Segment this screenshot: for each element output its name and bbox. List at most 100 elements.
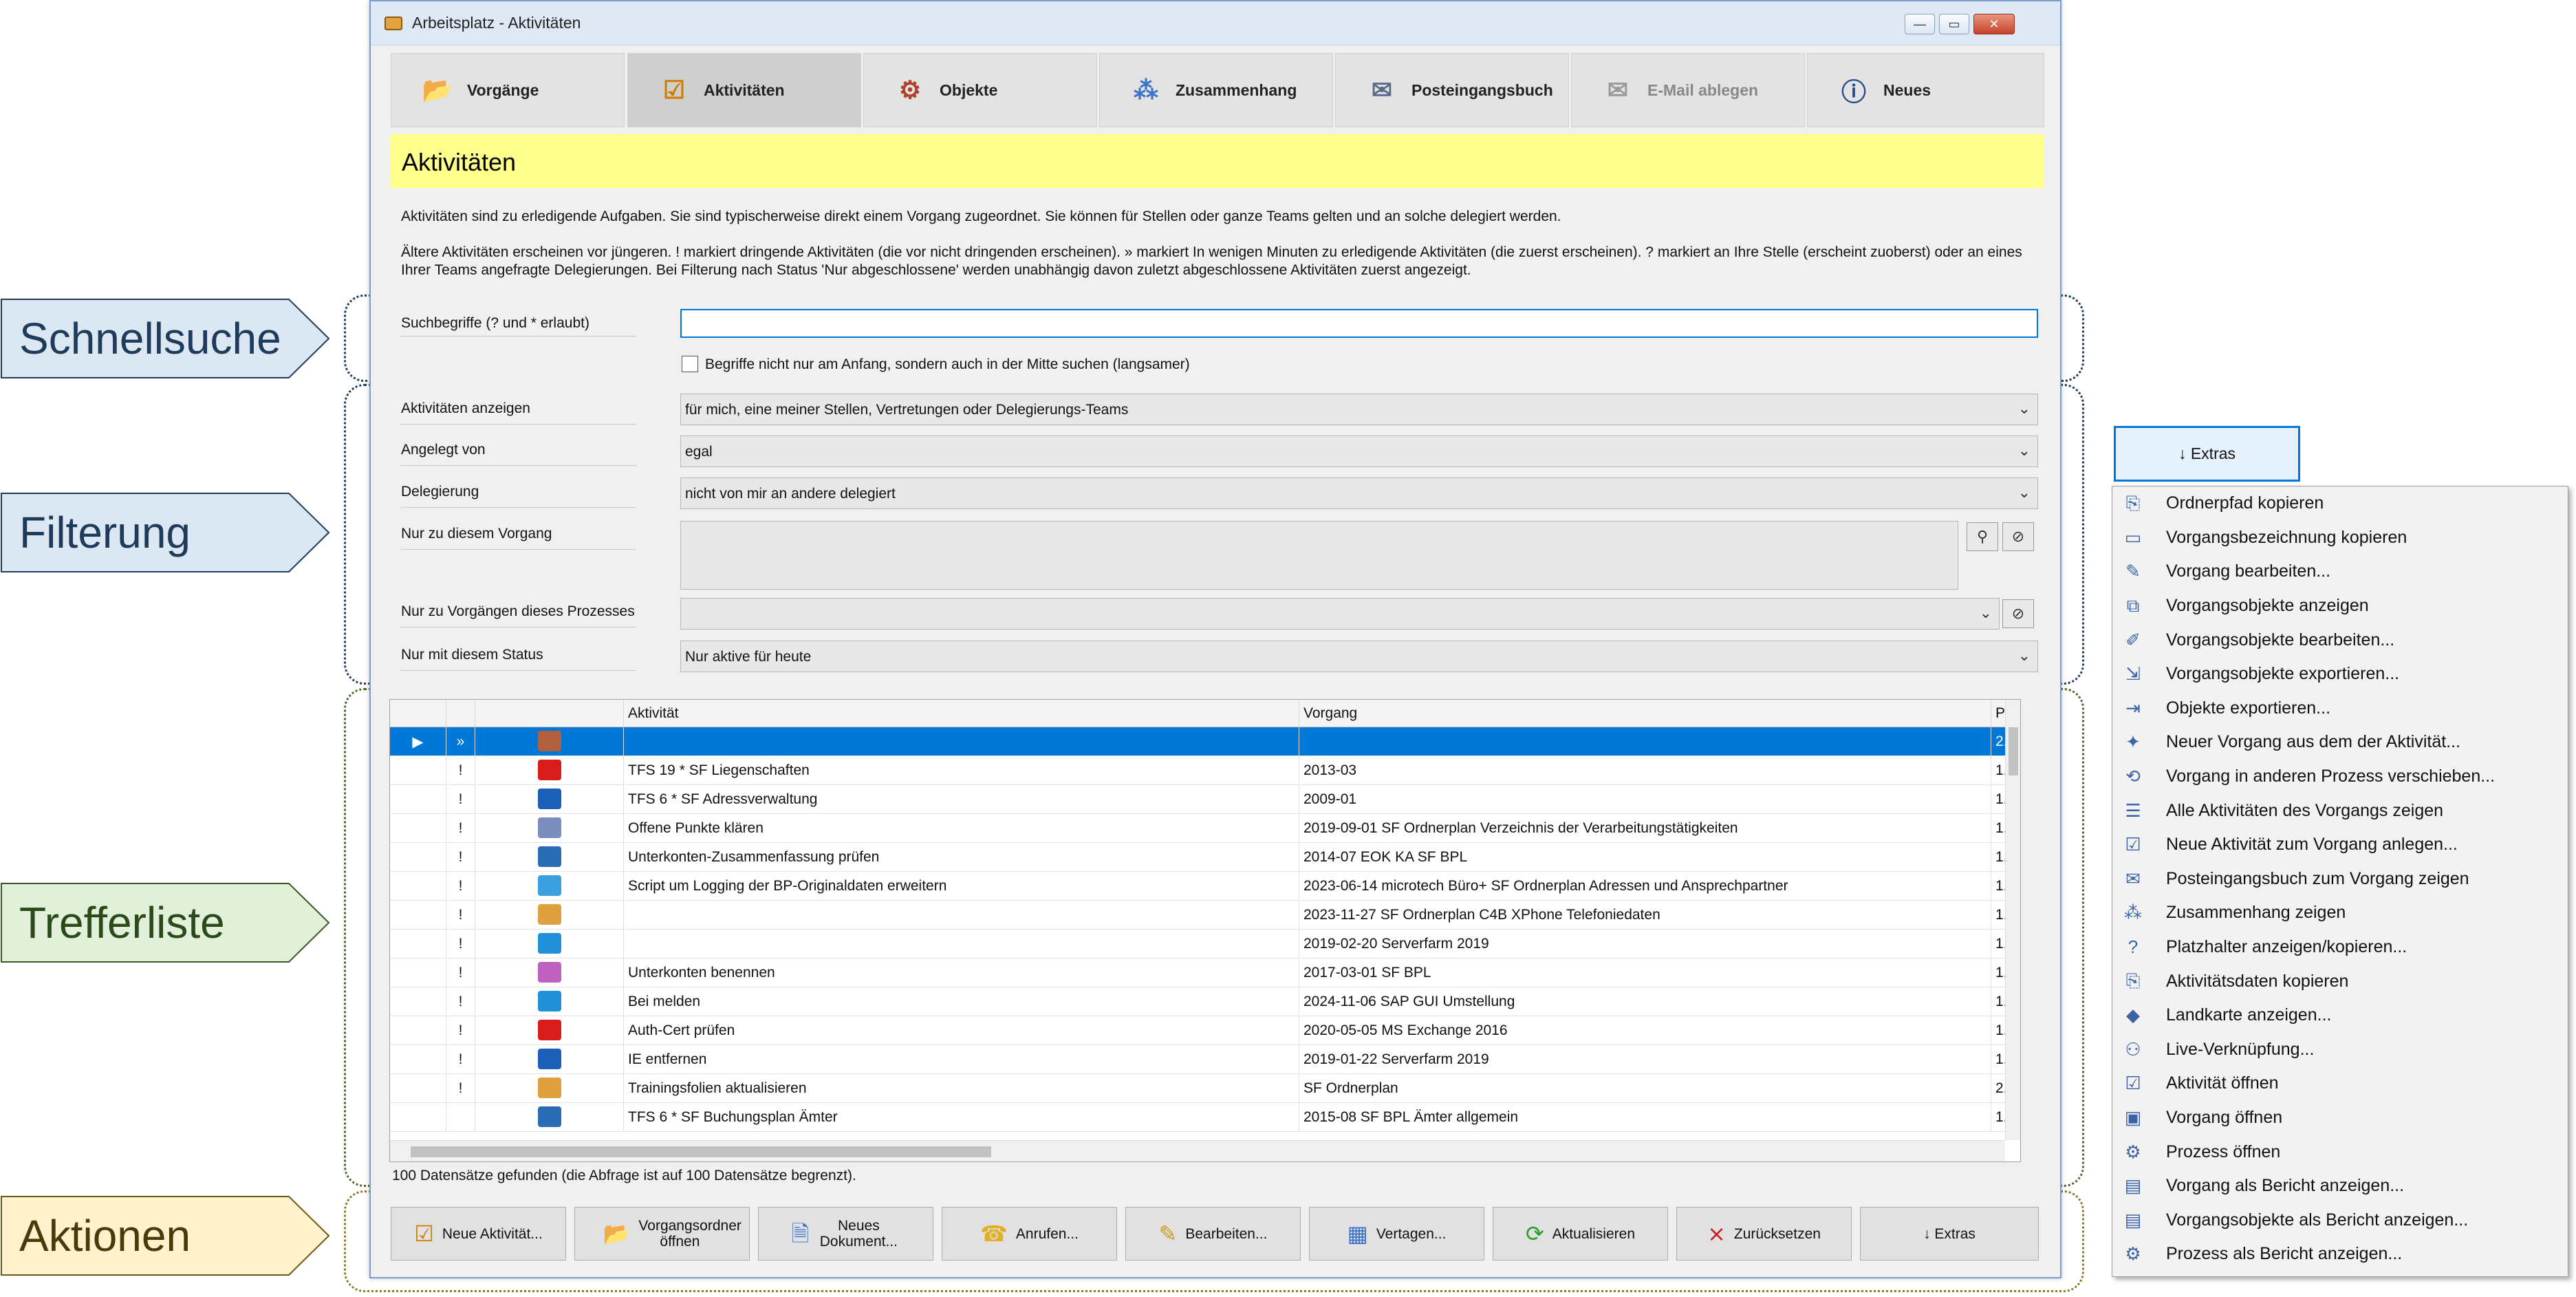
menu-item-aktivität-öffnen[interactable]: ☑ Aktivität öffnen xyxy=(2112,1066,2568,1101)
menu-item-posteingangsbuch-zum-vorgang-zeigen[interactable]: ✉ Posteingangsbuch zum Vorgang zeigen xyxy=(2112,862,2568,897)
row-activity: Unterkonten-Zusammenfassung prüfen xyxy=(624,843,1299,872)
tab-email-ablegen[interactable]: ✉ E-Mail ablegen xyxy=(1571,53,1805,127)
menu-item-live-verknüpfung[interactable]: ⚇ Live-Verknüpfung... xyxy=(2112,1033,2568,1067)
filter-created-select[interactable]: egal ⌄ xyxy=(680,436,2038,467)
menu-item-vorgangsbezeichnung-kopieren[interactable]: ▭ Vorgangsbezeichnung kopieren xyxy=(2112,521,2568,555)
filter-delegation-select[interactable]: nicht von mir an andere delegiert ⌄ xyxy=(680,478,2038,509)
table-row[interactable]: ▶»2.3. xyxy=(390,727,2012,756)
pin-icon[interactable]: ⚲ xyxy=(1967,522,1998,551)
tab-zusammenhang[interactable]: ⁂ Zusammenhang xyxy=(1099,53,1333,127)
row-flag: ! xyxy=(446,958,475,987)
tab-vorgaenge[interactable]: 📂 Vorgänge xyxy=(391,53,625,127)
reset-filter-icon: ⨯ xyxy=(1707,1221,1726,1246)
menu-item-vorgang-bearbeiten[interactable]: ✎ Vorgang bearbeiten... xyxy=(2112,555,2568,589)
table-row[interactable]: ! 2023-11-27 SF Ordnerplan C4B XPhone Tel… xyxy=(390,901,2012,930)
menu-item-ordnerpfad-kopieren[interactable]: ⎘ Ordnerpfad kopieren xyxy=(2112,486,2568,521)
menu-item-zusammenhang-zeigen[interactable]: ⁂ Zusammenhang zeigen xyxy=(2112,896,2568,930)
filter-status-label: Nur mit diesem Status xyxy=(401,647,543,663)
menu-item-objekte-exportieren[interactable]: ⇥ Objekte exportieren... xyxy=(2112,692,2568,726)
grid-header-activity[interactable]: Aktivität xyxy=(624,700,1299,727)
tab-objekte[interactable]: ⚙ Objekte xyxy=(863,53,1097,127)
menu-item-vorgangsobjekte-als-bericht-anzeigen[interactable]: ▤ Vorgangsobjekte als Bericht anzeigen... xyxy=(2112,1203,2568,1238)
table-row[interactable]: !TFS 6 * SF Adressverwaltung2009-011.2. xyxy=(390,785,2012,814)
clear-process-icon[interactable]: ⊘ xyxy=(2002,599,2034,628)
mid-search-checkbox[interactable] xyxy=(682,356,698,372)
row-flag: ! xyxy=(446,1016,475,1045)
row-activity: Bei melden xyxy=(624,987,1299,1016)
extras-button[interactable]: ↓ Extras xyxy=(1860,1207,2039,1261)
edit-button[interactable]: ✎ Bearbeiten... xyxy=(1125,1207,1301,1261)
table-row[interactable]: ! Unterkonten-Zusammenfassung prüfen 2014-… xyxy=(390,843,2012,872)
table-row[interactable]: ! Script um Logging der BP-Originaldaten … xyxy=(390,872,2012,901)
call-button[interactable]: ☎ Anrufen... xyxy=(942,1207,1117,1261)
menu-item-vorgang-als-bericht-anzeigen[interactable]: ▤ Vorgang als Bericht anzeigen... xyxy=(2112,1169,2568,1203)
row-indicator: ▶ xyxy=(390,727,446,756)
filter-show-select[interactable]: für mich, eine meiner Stellen, Vertretun… xyxy=(680,394,2038,425)
table-row[interactable]: ! Offene Punkte klären 2019-09-01 SF Ordne… xyxy=(390,814,2012,843)
menu-item-prozess-öffnen[interactable]: ⚙ Prozess öffnen xyxy=(2112,1135,2568,1169)
clear-case-icon[interactable]: ⊘ xyxy=(2002,522,2034,551)
minimize-button[interactable]: — xyxy=(1905,14,1935,34)
search-input[interactable] xyxy=(680,309,2038,338)
filter-status-select[interactable]: Nur aktive für heute ⌄ xyxy=(680,641,2038,672)
vertical-scrollbar[interactable] xyxy=(2005,700,2020,1140)
row-vorgang: 2014-07 EOK KA SF BPL xyxy=(1299,843,1991,872)
horizontal-scrollbar[interactable] xyxy=(390,1140,2005,1161)
activity-type-icon xyxy=(537,1078,561,1098)
menu-item-vorgang-in-anderen-prozess-verschieben[interactable]: ⟲ Vorgang in anderen Prozess verschieben.… xyxy=(2112,760,2568,794)
menu-item-vorgangsobjekte-bearbeiten[interactable]: ✐ Vorgangsobjekte bearbeiten... xyxy=(2112,623,2568,657)
menu-item-vorgangsobjekte-anzeigen[interactable]: ⧉ Vorgangsobjekte anzeigen xyxy=(2112,589,2568,623)
row-activity xyxy=(624,901,1299,930)
table-row[interactable]: ! Trainingsfolien aktualisieren SF Ordnerp… xyxy=(390,1074,2012,1103)
table-row[interactable]: ! Unterkonten benennen 2017-03-01 SF BPL 1.… xyxy=(390,958,2012,987)
table-row[interactable]: ! IE entfernen 2019-01-22 Serverfarm 2019 1… xyxy=(390,1045,2012,1074)
info-icon: ⓘ xyxy=(1841,78,1866,106)
relation-icon: ⁂ xyxy=(1134,76,1158,104)
refresh-button[interactable]: ⟳ Aktualisieren xyxy=(1493,1207,1668,1261)
tab-aktivitaeten[interactable]: ☑ Aktivitäten xyxy=(627,53,861,127)
reset-button[interactable]: ⨯ Zurücksetzen xyxy=(1676,1207,1852,1261)
row-activity: TFS 19 * SF Liegenschaften xyxy=(624,756,1299,785)
new-document-button[interactable]: 🗎 Neues Dokument... xyxy=(758,1207,933,1261)
table-row[interactable]: !TFS 19 * SF Liegenschaften2013-031.2. xyxy=(390,756,2012,785)
row-vorgang: 2019-09-01 SF Ordnerplan Verzeichnis der… xyxy=(1299,814,1991,843)
tab-label: Posteingangsbuch xyxy=(1411,81,1553,99)
open-folder-button[interactable]: 📂 Vorgangsordner öffnen xyxy=(574,1207,750,1261)
row-icon-cell xyxy=(475,814,624,843)
grid-header-vorgang[interactable]: Vorgang xyxy=(1299,700,1991,727)
case-field[interactable] xyxy=(680,521,1958,590)
table-row[interactable]: ! Bei melden 2024-11-06 SAP GUI Umstellung… xyxy=(390,987,2012,1016)
menu-item-neue-aktivität-zum-vorgang-anlegen[interactable]: ☑ Neue Aktivität zum Vorgang anlegen... xyxy=(2112,828,2568,862)
menu-item-aktivitätsdaten-kopieren[interactable]: ⎘ Aktivitätsdaten kopieren xyxy=(2112,964,2568,998)
relation-icon: ⁂ xyxy=(2124,902,2142,923)
activity-type-icon xyxy=(537,1049,561,1069)
scroll-thumb[interactable] xyxy=(2009,727,2018,775)
menu-item-vorgang-öffnen[interactable]: ▣ Vorgang öffnen xyxy=(2112,1101,2568,1135)
filter-process-select[interactable]: ⌄ xyxy=(680,598,2000,630)
menu-item-label: Prozess öffnen xyxy=(2166,1141,2281,1161)
new-activity-button[interactable]: ☑ Neue Aktivität... xyxy=(391,1207,566,1261)
button-label: Anrufen... xyxy=(1015,1225,1079,1242)
menu-item-vorgangsobjekte-exportieren[interactable]: ⇲ Vorgangsobjekte exportieren... xyxy=(2112,657,2568,692)
menu-item-landkarte-anzeigen[interactable]: ◆ Landkarte anzeigen... xyxy=(2112,998,2568,1033)
menu-item-platzhalter-anzeigen-kopieren[interactable]: ? Platzhalter anzeigen/kopieren... xyxy=(2112,930,2568,965)
table-row[interactable]: ! Auth-Cert prüfen 2020-05-05 MS Exchange … xyxy=(390,1016,2012,1045)
postpone-button[interactable]: ▦ Vertagen... xyxy=(1309,1207,1484,1261)
chevron-down-icon: ⌄ xyxy=(2017,484,2031,501)
scroll-thumb[interactable] xyxy=(411,1146,991,1157)
table-row[interactable]: TFS 6 * SF Buchungsplan Ämter 2015-08 SF … xyxy=(390,1103,2012,1132)
select-value: nicht von mir an andere delegiert xyxy=(685,486,896,502)
menu-item-label: Ordnerpfad kopieren xyxy=(2166,493,2324,513)
tab-neues[interactable]: ⓘ Neues xyxy=(1807,53,2044,127)
menu-item-prozess-als-bericht-anzeigen[interactable]: ⚙ Prozess als Bericht anzeigen... xyxy=(2112,1237,2568,1272)
tab-posteingangsbuch[interactable]: ✉ Posteingangsbuch xyxy=(1335,53,1569,127)
extras-menu-button[interactable]: ↓ Extras xyxy=(2114,426,2300,482)
menu-item-neuer-vorgang-aus-dem-der-aktivität[interactable]: ✦ Neuer Vorgang aus dem der Aktivität... xyxy=(2112,725,2568,760)
filter-case-label: Nur zu diesem Vorgang xyxy=(401,526,552,542)
menu-item-alle-aktivitäten-des-vorgangs-zeigen[interactable]: ☰ Alle Aktivitäten des Vorgangs zeigen xyxy=(2112,793,2568,828)
maximize-button[interactable]: ▭ xyxy=(1939,14,1969,34)
results-grid[interactable]: Aktivität Vorgang Pro ▶»2.3.!TFS 19 * SF… xyxy=(389,699,2021,1162)
table-row[interactable]: !2019-02-20 Serverfarm 20191.1. xyxy=(390,930,2012,958)
close-button[interactable]: ✕ xyxy=(1973,14,2015,34)
mail-archive-icon: ✉ xyxy=(1607,76,1629,104)
